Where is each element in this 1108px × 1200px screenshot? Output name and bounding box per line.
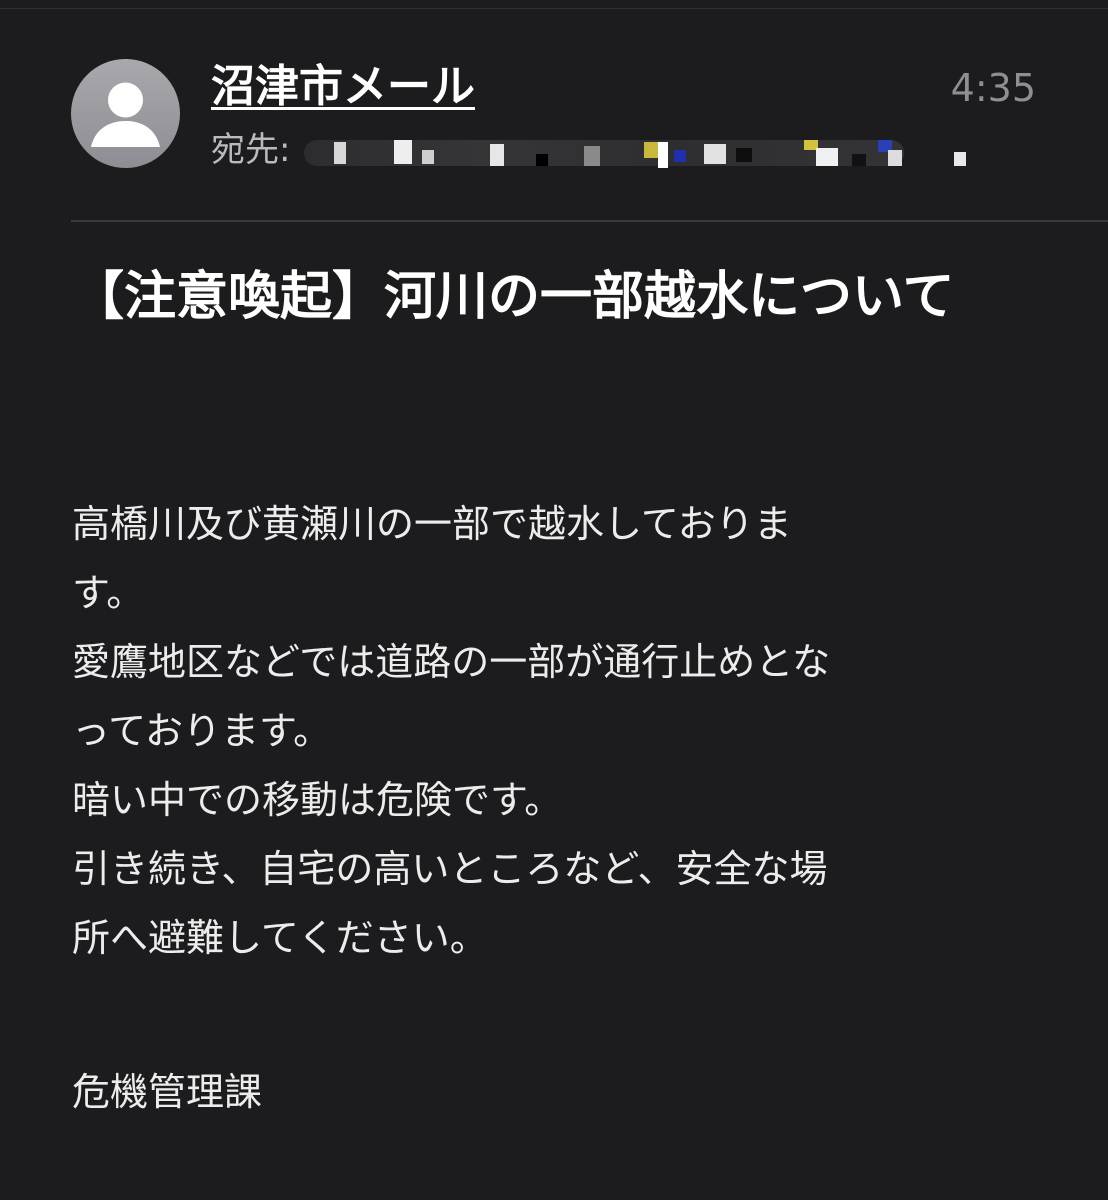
redaction-pixel bbox=[852, 154, 867, 166]
body-line: 高橋川及び黄瀬川の一部で越水しておりま bbox=[72, 502, 792, 546]
redaction-pixel bbox=[674, 150, 687, 162]
header-divider bbox=[71, 220, 1108, 222]
redaction-pixel bbox=[816, 148, 839, 166]
body-line: 引き続き、自宅の高いところなど、安全な場 bbox=[72, 847, 828, 891]
email-view: 沼津市メール 4:35 宛先: 【注意喚起】河川の一部越水について 高橋川及び黄… bbox=[0, 0, 1108, 1200]
body-line: っております。 bbox=[72, 709, 332, 753]
redaction-pixel bbox=[704, 144, 727, 164]
sender-name-link[interactable]: 沼津市メール bbox=[211, 59, 475, 115]
redaction-pixel bbox=[334, 142, 347, 164]
top-divider bbox=[0, 8, 1108, 9]
body-line: 暗い中での移動は危険です。 bbox=[72, 778, 563, 822]
body-line: 愛鷹地区などでは道路の一部が通行止めとな bbox=[72, 640, 831, 684]
redaction-pixel bbox=[584, 146, 601, 166]
redaction-pixel bbox=[644, 142, 659, 158]
recipient-row[interactable]: 宛先: bbox=[211, 128, 967, 172]
recipient-label: 宛先: bbox=[211, 130, 291, 170]
body-line: す。 bbox=[72, 571, 145, 615]
redaction-pixel bbox=[736, 148, 753, 162]
email-subject: 【注意喚起】河川の一部越水について bbox=[72, 267, 955, 327]
redaction-pixel bbox=[536, 154, 549, 166]
email-signature: 危機管理課 bbox=[72, 1070, 263, 1114]
redaction-pixel bbox=[394, 140, 413, 164]
redaction-pixel bbox=[888, 150, 903, 166]
redaction-pixel bbox=[954, 152, 967, 166]
sender-avatar-icon[interactable] bbox=[71, 59, 180, 168]
body-line: 所へ避難してください。 bbox=[72, 916, 488, 960]
redaction-pixel bbox=[490, 144, 505, 166]
email-body: 高橋川及び黄瀬川の一部で越水しておりま す。 愛鷹地区などでは道路の一部が通行止… bbox=[72, 490, 1032, 973]
redacted-recipient-address[interactable] bbox=[304, 128, 967, 172]
redaction-pixel bbox=[658, 142, 669, 168]
received-time: 4:35 bbox=[950, 66, 1036, 110]
redaction-pixel bbox=[422, 150, 435, 164]
